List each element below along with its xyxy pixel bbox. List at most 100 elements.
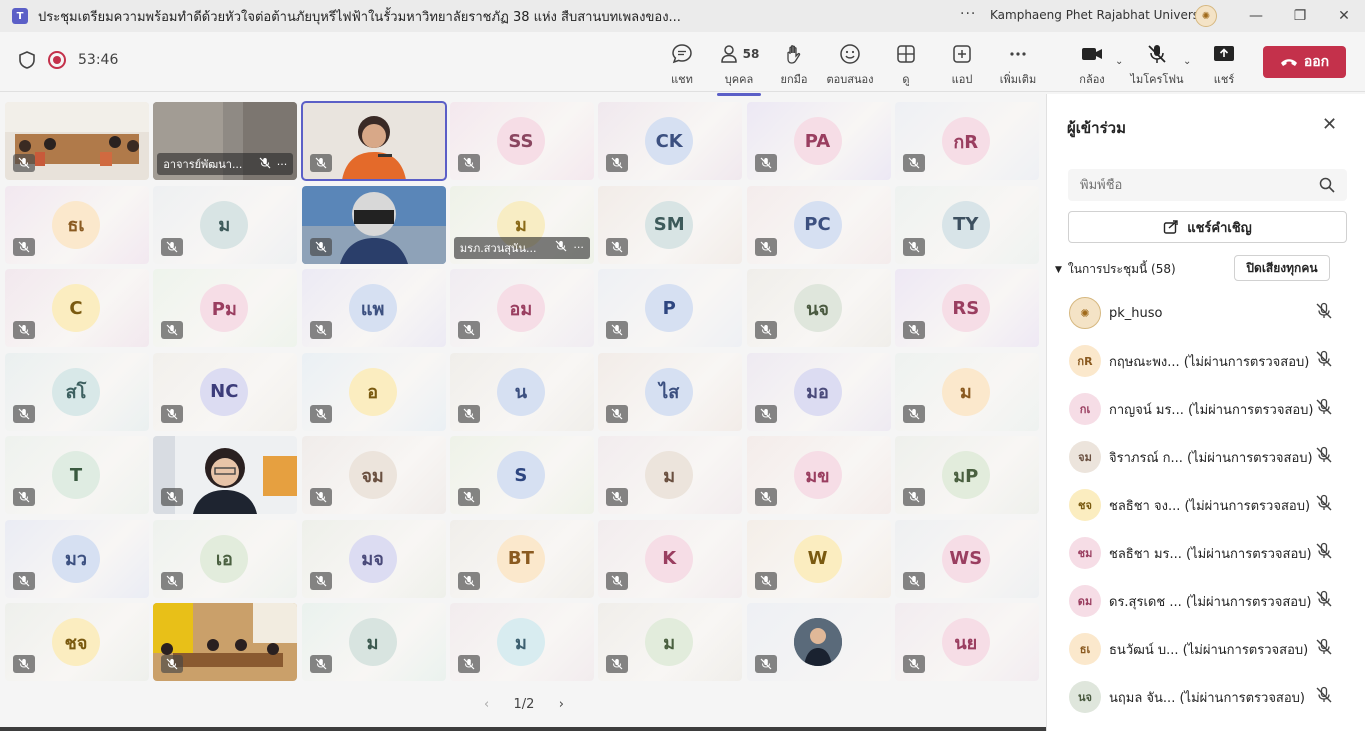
- participant-list-item[interactable]: ชจ ชลธิชา จง... (ไม่ผ่านการตรวจสอบ): [1047, 481, 1365, 529]
- participant-tile[interactable]: BT: [449, 519, 594, 598]
- participant-tile[interactable]: มจ: [301, 519, 446, 598]
- participant-tile[interactable]: C: [5, 269, 149, 347]
- mic-off-icon: [13, 571, 35, 590]
- mute-all-button[interactable]: ปิดเสียงทุกคน: [1234, 255, 1330, 281]
- participant-tile[interactable]: ชจ: [5, 603, 149, 681]
- people-button[interactable]: 58 บุคคล: [709, 42, 769, 96]
- participant-tile[interactable]: WS: [894, 519, 1039, 598]
- participant-tile[interactable]: มว: [5, 519, 149, 598]
- chat-button[interactable]: แชท: [652, 42, 712, 88]
- participant-tile[interactable]: ม: [894, 352, 1039, 431]
- next-page-icon[interactable]: ›: [559, 697, 564, 712]
- participant-tile[interactable]: มอ: [746, 352, 891, 431]
- participant-avatar: ชจ: [1069, 489, 1101, 521]
- participant-list-item[interactable]: จม จิราภรณ์ ก... (ไม่ผ่านการตรวจสอบ): [1047, 433, 1365, 481]
- account-avatar[interactable]: ✺: [1195, 5, 1217, 27]
- participant-tile[interactable]: [5, 102, 149, 180]
- participant-avatar: ดม: [1069, 585, 1101, 617]
- participant-tile[interactable]: นจ: [746, 269, 891, 347]
- participant-tile[interactable]: RS: [894, 269, 1039, 347]
- participant-list-item[interactable]: กเ กาญจน์ มร... (ไม่ผ่านการตรวจสอบ): [1047, 385, 1365, 433]
- participant-tile[interactable]: NC: [153, 352, 298, 431]
- participant-tile[interactable]: [301, 185, 446, 264]
- participant-tile[interactable]: ม: [598, 603, 743, 681]
- participant-tile[interactable]: K: [598, 519, 743, 598]
- camera-chevron-down-icon[interactable]: ⌄: [1115, 56, 1123, 67]
- share-invite-button[interactable]: แชร์คำเชิญ: [1068, 211, 1347, 243]
- organization-name[interactable]: Kamphaeng Phet Rajabhat University: [990, 8, 1214, 22]
- participant-tile[interactable]: [746, 603, 891, 681]
- participant-tile[interactable]: เอ: [153, 519, 298, 598]
- participant-list-item[interactable]: นจ นฤมล จัน... (ไม่ผ่านการตรวจสอบ): [1047, 673, 1365, 721]
- participant-tile[interactable]: Pม: [153, 269, 298, 347]
- participant-tile[interactable]: S: [449, 436, 594, 514]
- search-input[interactable]: [1080, 177, 1319, 193]
- share-icon: [1194, 42, 1254, 66]
- participant-list-item[interactable]: ธเ ธนวัฒน์ บ... (ไม่ผ่านการตรวจสอบ): [1047, 625, 1365, 673]
- teams-logo-icon: T: [12, 8, 28, 24]
- participant-tile[interactable]: แพ: [301, 269, 446, 347]
- participant-tile[interactable]: W: [746, 519, 891, 598]
- participant-tile[interactable]: ธเ: [5, 185, 149, 264]
- participant-search[interactable]: [1068, 169, 1347, 201]
- participant-tile[interactable]: ม: [153, 185, 298, 264]
- participant-tile[interactable]: ไส: [598, 352, 743, 431]
- participant-list-item[interactable]: ชม ชลธิชา มร... (ไม่ผ่านการตรวจสอบ): [1047, 529, 1365, 577]
- mic-button[interactable]: ไมโครโฟน: [1127, 42, 1187, 88]
- apps-button[interactable]: แอป: [932, 42, 992, 88]
- participant-tile[interactable]: [153, 436, 298, 514]
- more-button[interactable]: เพิ่มเติม: [988, 42, 1048, 88]
- participant-tile[interactable]: อม: [449, 269, 594, 347]
- tile-more-icon[interactable]: ···: [573, 241, 584, 254]
- shield-icon[interactable]: [18, 50, 36, 70]
- participant-tile[interactable]: มข: [746, 436, 891, 514]
- participant-tile[interactable]: ม: [598, 436, 743, 514]
- participant-tile[interactable]: PC: [746, 185, 891, 264]
- share-invite-icon: [1164, 220, 1178, 234]
- participant-initials-avatar: นย: [941, 618, 990, 666]
- participant-tile[interactable]: จม: [301, 436, 446, 514]
- participant-tile[interactable]: ม: [449, 603, 594, 681]
- close-window-icon[interactable]: ✕: [1329, 4, 1359, 28]
- participant-tile[interactable]: TY: [894, 185, 1039, 264]
- in-meeting-section-toggle[interactable]: ▼ ในการประชุมนี้ (58): [1055, 260, 1176, 279]
- participant-list-item[interactable]: กR กฤษณะพง... (ไม่ผ่านการตรวจสอบ): [1047, 337, 1365, 385]
- minimize-icon[interactable]: —: [1241, 4, 1271, 28]
- tile-more-icon[interactable]: ···: [277, 158, 288, 171]
- participant-tile[interactable]: SS: [449, 102, 594, 180]
- participant-tile[interactable]: สโ: [5, 352, 149, 431]
- leave-button[interactable]: ออก: [1263, 46, 1346, 78]
- participant-list-item[interactable]: ✺ pk_huso: [1047, 289, 1365, 337]
- participant-name: อาจารย์พัฒนา...: [163, 158, 243, 171]
- close-panel-icon[interactable]: ✕: [1322, 114, 1337, 135]
- participant-tile[interactable]: นย: [894, 603, 1039, 681]
- react-button[interactable]: ตอบสนอง: [820, 42, 880, 88]
- participant-tile[interactable]: [300, 101, 447, 181]
- raise-hand-button[interactable]: ยกมือ: [764, 42, 824, 88]
- participant-initials-avatar: C: [52, 284, 100, 332]
- restore-icon[interactable]: ❐: [1285, 4, 1315, 28]
- previous-page-icon[interactable]: ‹: [484, 697, 489, 712]
- participant-tile[interactable]: PA: [746, 102, 891, 180]
- participant-tile[interactable]: น: [449, 352, 594, 431]
- participant-tile[interactable]: อาจารย์พัฒนา... ···: [153, 102, 298, 180]
- participant-tile[interactable]: อ: [301, 352, 446, 431]
- share-button[interactable]: แชร์: [1194, 42, 1254, 88]
- participant-tile[interactable]: CK: [598, 102, 743, 180]
- more-options-icon[interactable]: ···: [960, 6, 976, 22]
- participant-tile[interactable]: ม: [301, 603, 446, 681]
- mic-chevron-down-icon[interactable]: ⌄: [1183, 56, 1191, 67]
- view-button[interactable]: ดู: [876, 42, 936, 88]
- participant-tile[interactable]: มP: [894, 436, 1039, 514]
- participant-tile[interactable]: P: [598, 269, 743, 347]
- search-icon[interactable]: [1319, 177, 1335, 193]
- participant-tile[interactable]: SM: [598, 185, 743, 264]
- participant-tile[interactable]: กR: [894, 102, 1039, 180]
- mic-off-icon: [1315, 398, 1333, 420]
- participant-tile[interactable]: T: [5, 436, 149, 514]
- participant-tile[interactable]: มมรภ.สวนสุนัน... ···: [449, 185, 594, 264]
- participant-list-item[interactable]: ดม ดร.สุรเดช ... (ไม่ผ่านการตรวจสอบ): [1047, 577, 1365, 625]
- participant-tile[interactable]: [153, 603, 298, 681]
- camera-button[interactable]: กล้อง: [1062, 42, 1122, 88]
- smile-icon: [820, 42, 880, 66]
